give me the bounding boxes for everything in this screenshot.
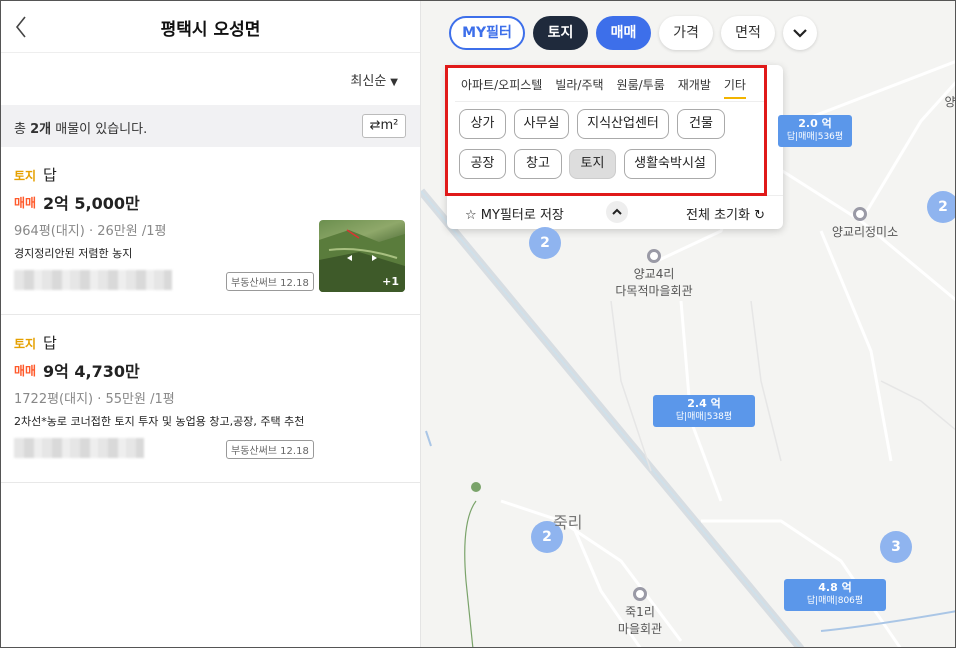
- place-label: 양교리정미소: [831, 225, 899, 239]
- chevron-up-icon: [612, 208, 622, 215]
- poi-icon: [633, 587, 647, 601]
- save-my-filter-button[interactable]: ☆ MY필터로 저장: [465, 204, 564, 223]
- panel-header: 평택시 오성면: [1, 1, 420, 53]
- refresh-icon: ↻: [754, 208, 765, 223]
- marker-detail: 답|매매|806평: [806, 596, 864, 606]
- place-label: 양교4리 다목적마을회관: [601, 265, 707, 299]
- place-line: 죽1리: [625, 605, 655, 619]
- listing-item[interactable]: 토지 답 매매 9억 4,730만 1722평(대지) · 55만원 /1평 2…: [1, 315, 420, 483]
- price-marker[interactable]: 2.0 억 답|매매|536평: [778, 115, 852, 147]
- star-icon: ☆: [465, 208, 477, 223]
- land-chip[interactable]: 토지: [533, 16, 588, 50]
- marker-price: 2.4 억: [687, 397, 721, 410]
- poi-icon: [647, 249, 661, 263]
- place-line: 다목적마을회관: [615, 284, 693, 298]
- listing-subtype: 답: [43, 334, 57, 352]
- listing-desc: 경지정리안된 저렴한 농지: [14, 247, 133, 260]
- count-prefix: 총: [14, 122, 31, 137]
- source-badge: 부동산써브 12.18: [226, 272, 314, 291]
- place-line: 양교4리: [633, 267, 675, 281]
- cluster-marker[interactable]: 2: [529, 227, 561, 259]
- marker-detail: 답|매매|536평: [786, 132, 844, 142]
- listing-panel: 평택시 오성면 최신순 ▼ 총 2개 매물이 있습니다. ⇄m² 토지 답 매매 …: [1, 1, 421, 647]
- my-filter-chip[interactable]: MY필터: [449, 16, 525, 50]
- listing-deal: 매매: [14, 196, 37, 210]
- listing-item[interactable]: 토지 답 매매 2억 5,000만 964평(대지) · 26만원 /1평 경지…: [1, 147, 420, 315]
- collapse-button[interactable]: [606, 201, 628, 223]
- price-marker[interactable]: 4.8 억 답|매매|806평: [784, 579, 886, 611]
- popup-footer: ☆ MY필터로 저장 전체 초기화 ↻: [447, 195, 783, 229]
- more-filters-button[interactable]: [783, 16, 817, 50]
- area-chip[interactable]: 면적: [721, 16, 775, 50]
- listing-deal: 매매: [14, 364, 37, 378]
- app-frame: 평택시 오성면 최신순 ▼ 총 2개 매물이 있습니다. ⇄m² 토지 답 매매 …: [0, 0, 956, 648]
- blurred-agent-info: [14, 438, 144, 458]
- listing-type: 토지: [14, 337, 37, 351]
- save-label: MY필터로 저장: [480, 208, 564, 223]
- price-marker[interactable]: 2.4 억 답|매매|538평: [653, 395, 755, 427]
- source-badge: 부동산써브 12.18: [226, 440, 314, 459]
- blurred-agent-info: [14, 270, 172, 290]
- caret-down-icon: ▼: [390, 77, 398, 88]
- listing-photo[interactable]: +1: [319, 220, 405, 292]
- listing-info: 1722평(대지) · 55만원 /1평: [14, 392, 175, 407]
- reset-label: 전체 초기화: [686, 208, 750, 223]
- price-chip[interactable]: 가격: [659, 16, 713, 50]
- green-path-marker: [471, 482, 481, 492]
- page-title: 평택시 오성면: [160, 20, 261, 40]
- sort-row: 최신순 ▼: [1, 53, 420, 105]
- photo-count: +1: [382, 275, 399, 288]
- cluster-marker[interactable]: 2: [927, 191, 955, 223]
- map-view[interactable]: MY필터 토지 매매 가격 면적 아파트/오피스텔 빌라/주택 원룸/투룸 재개…: [421, 1, 956, 647]
- listing-price: 9억 4,730만: [43, 362, 140, 381]
- place-label: 죽1리 마을회관: [610, 603, 670, 637]
- sort-label: 최신순: [350, 74, 387, 89]
- listing-info: 964평(대지) · 26만원 /1평: [14, 224, 167, 239]
- marker-price: 2.0 억: [798, 117, 832, 130]
- result-count: 총 2개 매물이 있습니다.: [14, 118, 147, 137]
- place-line: 마을회관: [617, 622, 663, 636]
- listing-desc: 2차선*농로 코너접한 토지 투자 및 농업용 창고,공장, 주택 추천: [14, 415, 305, 428]
- poi-icon: [853, 207, 867, 221]
- deal-chip[interactable]: 매매: [596, 16, 651, 50]
- sort-dropdown[interactable]: 최신순 ▼: [350, 70, 398, 89]
- marker-detail: 답|매매|538평: [675, 412, 733, 422]
- reset-button[interactable]: 전체 초기화 ↻: [686, 204, 765, 223]
- result-count-bar: 총 2개 매물이 있습니다. ⇄m²: [1, 105, 420, 147]
- listing-subtype: 답: [43, 166, 57, 184]
- place-label-edge: 양: [944, 95, 956, 109]
- marker-price: 4.8 억: [818, 581, 852, 594]
- highlight-box: [445, 65, 767, 196]
- listing-type: 토지: [14, 169, 37, 183]
- count-value: 2개: [30, 122, 52, 137]
- count-suffix: 매물이 있습니다.: [51, 122, 148, 137]
- village-label: 죽리: [553, 513, 583, 532]
- cluster-marker[interactable]: 3: [880, 531, 912, 563]
- unit-toggle-button[interactable]: ⇄m²: [362, 114, 406, 138]
- listing-price: 2억 5,000만: [43, 194, 140, 213]
- chevron-down-icon: [793, 29, 807, 38]
